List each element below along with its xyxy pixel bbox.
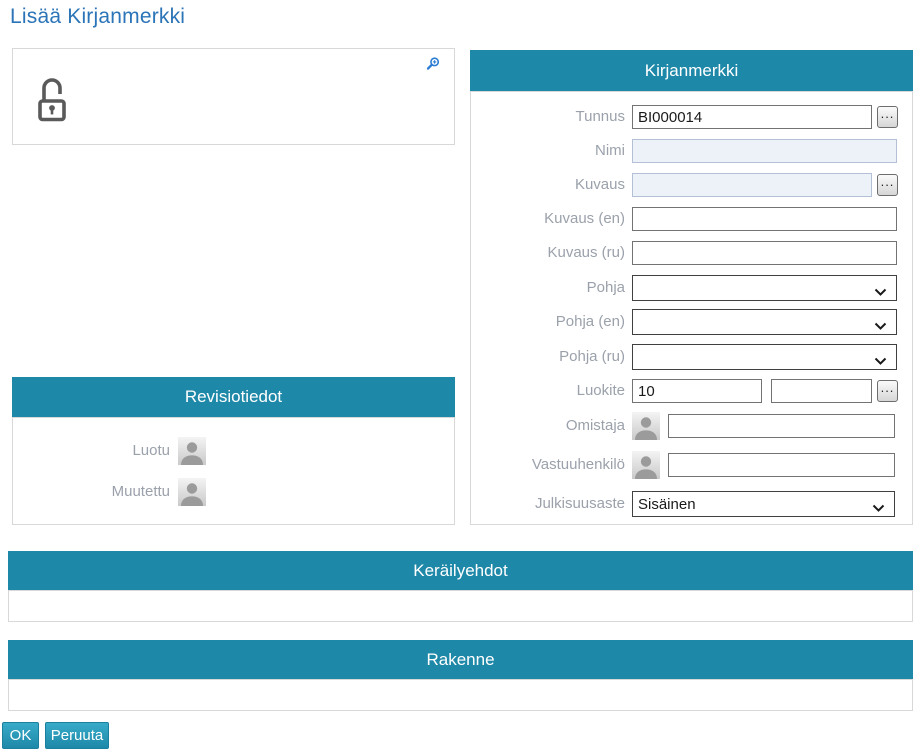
pohja-en-select[interactable] (632, 309, 897, 335)
tunnus-browse-button[interactable]: ... (877, 106, 898, 128)
zoom-in-icon[interactable] (426, 57, 440, 76)
bookmark-image-box (12, 48, 455, 145)
tunnus-label: Tunnus (470, 105, 625, 129)
pohja-label: Pohja (470, 275, 625, 301)
luotu-person-icon (178, 437, 206, 465)
luokite-code-input[interactable] (632, 379, 762, 403)
muutettu-label: Muutettu (12, 478, 170, 506)
muutettu-person-icon (178, 478, 206, 506)
kuvaus-label: Kuvaus (470, 173, 625, 197)
kuvaus-input (632, 173, 872, 197)
revisiotiedot-header: Revisiotiedot (12, 377, 455, 417)
vastuuhenkilo-input[interactable] (668, 453, 895, 477)
unlocked-padlock-icon (37, 75, 67, 128)
pohja-en-label: Pohja (en) (470, 309, 625, 335)
kuvaus-ru-input[interactable] (632, 241, 897, 265)
kuvaus-browse-button[interactable]: ... (877, 174, 898, 196)
page-title: Lisää Kirjanmerkki (10, 5, 185, 29)
kuvaus-en-input[interactable] (632, 207, 897, 231)
tunnus-input[interactable] (632, 105, 872, 129)
kerailyehdot-panel (8, 590, 913, 622)
luokite-label: Luokite (470, 379, 625, 403)
cancel-button[interactable]: Peruuta (45, 722, 109, 749)
julkisuusaste-select[interactable]: Sisäinen (632, 491, 895, 517)
julkisuusaste-label: Julkisuusaste (470, 491, 625, 517)
pohja-ru-label: Pohja (ru) (470, 344, 625, 370)
omistaja-label: Omistaja (470, 412, 625, 440)
kuvaus-ru-label: Kuvaus (ru) (470, 241, 625, 265)
nimi-input (632, 139, 897, 163)
kirjanmerkki-header: Kirjanmerkki (470, 50, 913, 91)
nimi-label: Nimi (470, 139, 625, 163)
vastuuhenkilo-label: Vastuuhenkilö (470, 451, 625, 479)
luokite-name-input[interactable] (771, 379, 872, 403)
omistaja-person-icon[interactable] (632, 412, 660, 440)
pohja-ru-select[interactable] (632, 344, 897, 370)
rakenne-header: Rakenne (8, 640, 913, 679)
revisiotiedot-panel (12, 417, 455, 525)
kerailyehdot-header: Keräilyehdot (8, 551, 913, 590)
luotu-label: Luotu (12, 437, 170, 465)
kuvaus-en-label: Kuvaus (en) (470, 207, 625, 231)
pohja-select[interactable] (632, 275, 897, 301)
ok-button[interactable]: OK (2, 722, 39, 749)
omistaja-input[interactable] (668, 414, 895, 438)
vastuuhenkilo-person-icon[interactable] (632, 451, 660, 479)
rakenne-panel (8, 679, 913, 711)
luokite-browse-button[interactable]: ... (877, 380, 898, 402)
